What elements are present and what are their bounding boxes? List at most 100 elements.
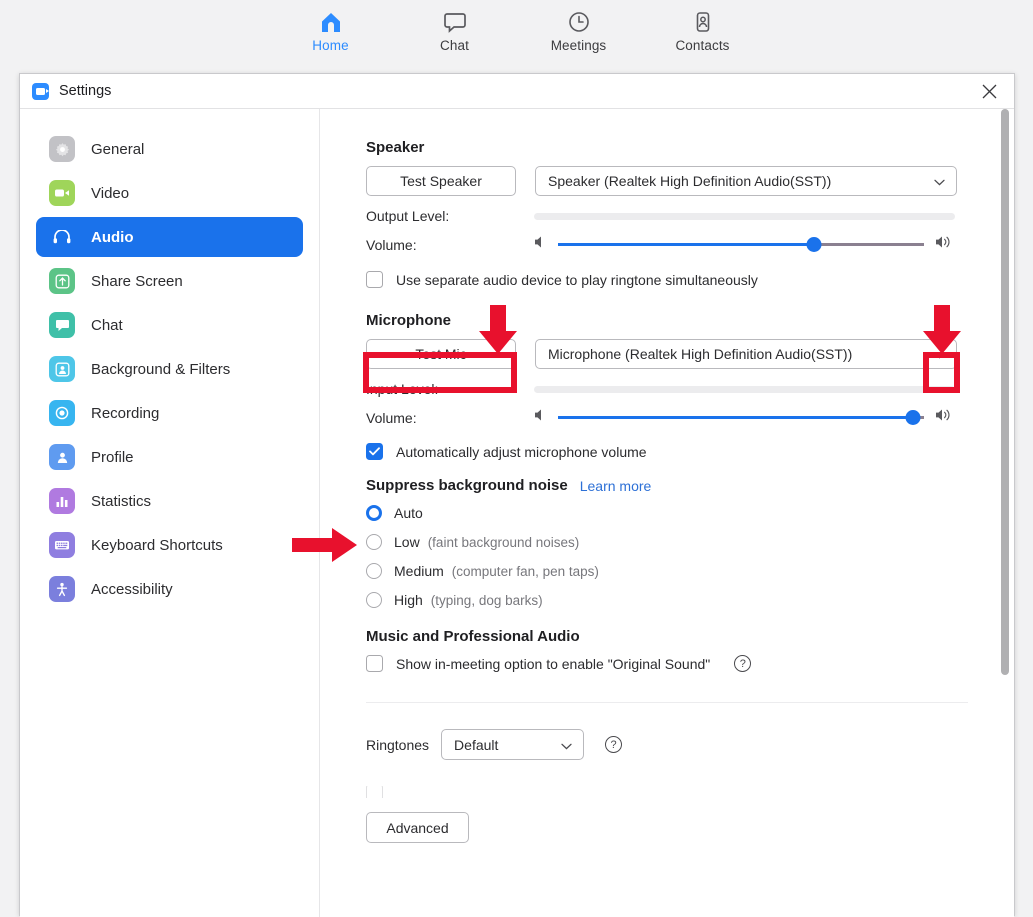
output-level-label: Output Level: (366, 208, 534, 224)
speaker-volume-slider[interactable] (558, 236, 924, 254)
noise-option-medium-label: Medium (394, 563, 444, 579)
bar-chart-icon (49, 488, 75, 514)
speaker-section-heading: Speaker (366, 139, 1000, 156)
speaker-device-value: Speaker (Realtek High Definition Audio(S… (548, 173, 831, 189)
sidebar-label-statistics: Statistics (91, 493, 151, 510)
sidebar-label-audio: Audio (91, 229, 134, 246)
chevron-down-icon (561, 737, 572, 753)
sidebar-label-background-filters: Background & Filters (91, 361, 230, 378)
sidebar-item-chat[interactable]: Chat (36, 305, 303, 345)
sidebar-item-recording[interactable]: Recording (36, 393, 303, 433)
settings-window: Settings General Video (19, 73, 1015, 916)
noise-option-low-label: Low (394, 534, 420, 550)
nav-label-contacts: Contacts (675, 38, 729, 53)
suppress-noise-learn-more-link[interactable]: Learn more (580, 478, 652, 494)
noise-option-high-hint: (typing, dog barks) (431, 593, 543, 608)
output-level-meter (534, 213, 955, 220)
noise-option-auto-radio[interactable] (366, 505, 382, 521)
chat-icon (443, 9, 467, 35)
sidebar-label-video: Video (91, 185, 129, 202)
question-mark-icon[interactable]: ? (734, 655, 751, 672)
clock-icon (567, 9, 591, 35)
close-icon[interactable] (970, 77, 1008, 106)
suppress-noise-heading: Suppress background noise (366, 477, 568, 494)
noise-option-auto-label: Auto (394, 505, 423, 521)
nav-label-chat: Chat (440, 38, 469, 53)
chevron-down-icon[interactable] (934, 346, 945, 362)
microphone-volume-label: Volume: (366, 410, 534, 426)
microphone-section-heading: Microphone (366, 312, 1000, 329)
settings-scrollbar-thumb[interactable] (1001, 109, 1009, 675)
test-speaker-button[interactable]: Test Speaker (366, 166, 516, 196)
nav-item-home[interactable]: Home (286, 5, 376, 61)
input-level-meter (534, 386, 955, 393)
gear-icon (49, 136, 75, 162)
sidebar-item-accessibility[interactable]: Accessibility (36, 569, 303, 609)
speaker-volume-thumb[interactable] (807, 237, 822, 252)
microphone-device-value: Microphone (Realtek High Definition Audi… (548, 346, 852, 362)
contacts-icon (691, 9, 715, 35)
question-mark-icon[interactable]: ? (605, 736, 622, 753)
sidebar-item-statistics[interactable]: Statistics (36, 481, 303, 521)
sidebar-item-profile[interactable]: Profile (36, 437, 303, 477)
separate-ringtone-label: Use separate audio device to play ringto… (396, 272, 758, 288)
ringtones-value: Default (454, 737, 498, 753)
sidebar-item-keyboard-shortcuts[interactable]: Keyboard Shortcuts (36, 525, 303, 565)
original-sound-checkbox[interactable] (366, 655, 383, 672)
separate-ringtone-checkbox[interactable] (366, 271, 383, 288)
window-title: Settings (59, 83, 111, 99)
person-icon (49, 444, 75, 470)
audio-settings-panel: Speaker Test Speaker Speaker (Realtek Hi… (320, 109, 1014, 917)
clipped-checkbox[interactable] (366, 786, 383, 798)
clipped-option-row (366, 786, 1000, 798)
original-sound-label: Show in-meeting option to enable "Origin… (396, 656, 710, 672)
sidebar-label-recording: Recording (91, 405, 159, 422)
section-divider (366, 702, 968, 703)
speaker-high-icon (935, 235, 954, 254)
sidebar-label-profile: Profile (91, 449, 134, 466)
video-camera-icon (49, 180, 75, 206)
noise-option-medium-hint: (computer fan, pen taps) (452, 564, 599, 579)
nav-label-home: Home (312, 38, 348, 53)
keyboard-icon (49, 532, 75, 558)
nav-item-contacts[interactable]: Contacts (658, 5, 748, 61)
nav-item-meetings[interactable]: Meetings (534, 5, 624, 61)
audio-settings-scroll: Speaker Test Speaker Speaker (Realtek Hi… (320, 109, 1000, 917)
speaker-low-icon (534, 408, 547, 427)
speaker-low-icon (534, 235, 547, 254)
microphone-volume-slider[interactable] (558, 409, 924, 427)
microphone-device-select[interactable]: Microphone (Realtek High Definition Audi… (535, 339, 957, 369)
auto-adjust-mic-checkbox[interactable] (366, 443, 383, 460)
ringtones-select[interactable]: Default (441, 729, 584, 760)
sidebar-label-general: General (91, 141, 144, 158)
microphone-volume-thumb[interactable] (906, 410, 921, 425)
sidebar-item-general[interactable]: General (36, 129, 303, 169)
sidebar-label-accessibility: Accessibility (91, 581, 173, 598)
sidebar-label-share-screen: Share Screen (91, 273, 183, 290)
noise-option-low-hint: (faint background noises) (428, 535, 580, 550)
nav-item-chat[interactable]: Chat (410, 5, 500, 61)
speaker-device-select[interactable]: Speaker (Realtek High Definition Audio(S… (535, 166, 957, 196)
sidebar-label-keyboard-shortcuts: Keyboard Shortcuts (91, 537, 223, 554)
sidebar-item-share-screen[interactable]: Share Screen (36, 261, 303, 301)
advanced-button[interactable]: Advanced (366, 812, 469, 843)
noise-option-high-radio[interactable] (366, 592, 382, 608)
person-frame-icon (49, 356, 75, 382)
test-mic-button[interactable]: Test Mic (366, 339, 516, 369)
upload-arrow-icon (49, 268, 75, 294)
zoom-logo-icon (32, 83, 49, 100)
input-level-label: Input Level: (366, 381, 534, 397)
nav-label-meetings: Meetings (551, 38, 607, 53)
sidebar-item-video[interactable]: Video (36, 173, 303, 213)
sidebar-item-background-filters[interactable]: Background & Filters (36, 349, 303, 389)
ringtones-label: Ringtones (366, 737, 429, 753)
app-top-nav: Home Chat Meetings Contacts (0, 0, 1033, 66)
sidebar-item-audio[interactable]: Audio (36, 217, 303, 257)
auto-adjust-mic-label: Automatically adjust microphone volume (396, 444, 647, 460)
noise-option-medium-radio[interactable] (366, 563, 382, 579)
settings-scrollbar[interactable] (1000, 109, 1010, 917)
settings-body: General Video Audio Share Screen (20, 109, 1014, 917)
music-pro-heading: Music and Professional Audio (366, 628, 1000, 645)
chevron-down-icon (934, 173, 945, 189)
noise-option-low-radio[interactable] (366, 534, 382, 550)
